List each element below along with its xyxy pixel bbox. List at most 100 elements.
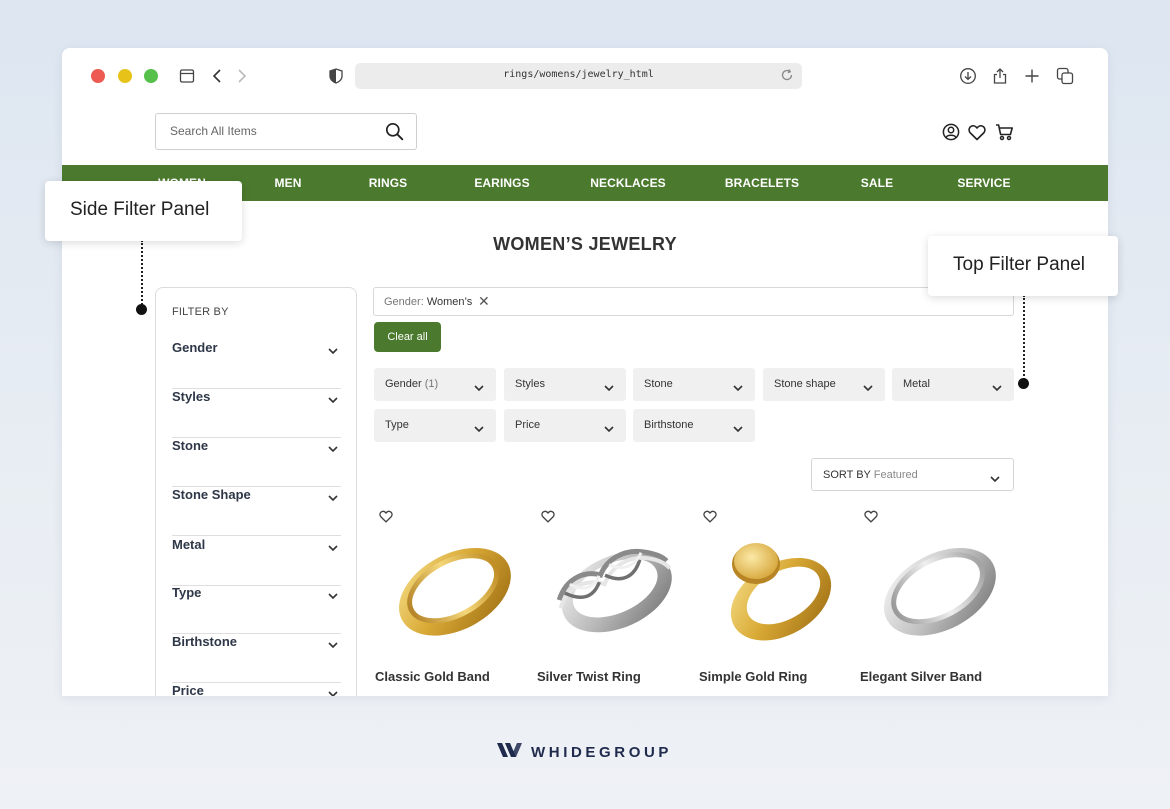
chevron-down-icon bbox=[328, 440, 338, 458]
browser-toolbar: rings/womens/jewelry_html bbox=[62, 48, 1108, 102]
new-tab-icon[interactable] bbox=[1022, 66, 1042, 86]
active-filter-value: Women’s bbox=[426, 296, 473, 308]
chevron-down-icon bbox=[328, 685, 338, 696]
side-callout-leader-dot bbox=[136, 304, 147, 315]
chip-label: Type bbox=[385, 419, 409, 431]
address-bar[interactable]: rings/womens/jewelry_html bbox=[355, 63, 802, 89]
top-callout-leader-dot bbox=[1018, 378, 1029, 389]
chip-count: (1) bbox=[424, 378, 439, 390]
side-filter-price[interactable]: Price bbox=[172, 683, 341, 696]
back-icon[interactable] bbox=[207, 66, 227, 86]
sort-dropdown[interactable]: SORT BY Featured bbox=[811, 458, 1014, 491]
forward-icon[interactable] bbox=[232, 66, 252, 86]
download-icon[interactable] bbox=[958, 66, 978, 86]
side-filter-stone-shape[interactable]: Stone Shape bbox=[172, 487, 341, 536]
side-filter-label: Type bbox=[172, 585, 202, 600]
favorite-heart-icon[interactable] bbox=[864, 510, 878, 528]
side-filter-gender[interactable]: Gender bbox=[172, 340, 341, 389]
product-card[interactable]: Silver Twist Ring bbox=[536, 510, 691, 690]
share-icon[interactable] bbox=[990, 66, 1010, 86]
side-filter-styles[interactable]: Styles bbox=[172, 389, 341, 438]
top-callout-leader-line bbox=[1023, 295, 1025, 383]
chevron-down-icon bbox=[992, 379, 1002, 397]
chip-type[interactable]: Type bbox=[374, 409, 496, 442]
chip-label: Metal bbox=[903, 378, 930, 390]
minimize-window-button[interactable] bbox=[118, 69, 132, 83]
maximize-window-button[interactable] bbox=[144, 69, 158, 83]
chip-price[interactable]: Price bbox=[504, 409, 626, 442]
side-filter-stone[interactable]: Stone bbox=[172, 438, 341, 487]
chevron-down-icon bbox=[990, 470, 1000, 488]
chevron-down-icon bbox=[328, 636, 338, 654]
chevron-down-icon bbox=[733, 379, 743, 397]
chevron-down-icon bbox=[328, 342, 338, 360]
chip-stone-shape[interactable]: Stone shape bbox=[763, 368, 885, 401]
wishlist-heart-icon[interactable] bbox=[967, 122, 987, 142]
search-input[interactable] bbox=[170, 124, 370, 138]
chevron-down-icon bbox=[328, 391, 338, 409]
url-text: rings/womens/jewelry_html bbox=[503, 69, 654, 80]
tabs-overview-icon[interactable] bbox=[1055, 66, 1075, 86]
chip-gender[interactable]: Gender (1) bbox=[374, 368, 496, 401]
side-filter-label: Price bbox=[172, 683, 204, 696]
product-name[interactable]: Classic Gold Band bbox=[375, 669, 490, 684]
silver-twist-ring-image[interactable] bbox=[546, 528, 686, 648]
side-filter-panel: FILTER BY Gender Styles Stone Stone Shap… bbox=[155, 287, 357, 696]
chip-birthstone[interactable]: Birthstone bbox=[633, 409, 755, 442]
filter-by-heading: FILTER BY bbox=[172, 306, 229, 318]
product-name[interactable]: Elegant Silver Band bbox=[860, 669, 982, 684]
product-card[interactable]: Elegant Silver Band bbox=[859, 510, 1014, 690]
account-icon[interactable] bbox=[941, 122, 961, 142]
side-filter-label: Birthstone bbox=[172, 634, 237, 649]
product-card[interactable]: Classic Gold Band bbox=[374, 510, 529, 690]
gold-band-ring-image[interactable] bbox=[384, 528, 524, 648]
side-filter-type[interactable]: Type bbox=[172, 585, 341, 634]
favorite-heart-icon[interactable] bbox=[379, 510, 393, 528]
side-filter-label: Gender bbox=[172, 340, 218, 355]
sidebar-icon[interactable] bbox=[177, 66, 197, 86]
clear-all-button[interactable]: Clear all bbox=[374, 322, 441, 352]
sort-value: Featured bbox=[873, 469, 918, 481]
favorite-heart-icon[interactable] bbox=[703, 510, 717, 528]
cart-icon[interactable] bbox=[994, 122, 1014, 142]
chip-label-text: Gender bbox=[385, 378, 422, 390]
shield-icon[interactable] bbox=[326, 66, 346, 86]
brand-name: WHIDEGROUP bbox=[531, 743, 672, 761]
chip-label: Gender (1) bbox=[385, 378, 438, 390]
search-box[interactable] bbox=[155, 113, 417, 150]
silver-band-ring-image[interactable] bbox=[869, 528, 1009, 648]
nav-item-earings[interactable]: EARINGS bbox=[474, 165, 529, 201]
reload-icon[interactable] bbox=[780, 68, 794, 87]
side-filter-label: Metal bbox=[172, 537, 206, 552]
gold-signet-ring-image[interactable] bbox=[708, 528, 848, 648]
chip-styles[interactable]: Styles bbox=[504, 368, 626, 401]
side-filter-metal[interactable]: Metal bbox=[172, 537, 341, 586]
active-filters-bar: Gender: Women’s ✕ bbox=[373, 287, 1014, 316]
product-name[interactable]: Silver Twist Ring bbox=[537, 669, 641, 684]
side-filter-label: Styles bbox=[172, 389, 211, 404]
nav-item-rings[interactable]: RINGS bbox=[369, 165, 408, 201]
favorite-heart-icon[interactable] bbox=[541, 510, 555, 528]
chevron-down-icon bbox=[474, 420, 484, 438]
close-window-button[interactable] bbox=[91, 69, 105, 83]
chip-stone[interactable]: Stone bbox=[633, 368, 755, 401]
sort-label: SORT BY Featured bbox=[823, 469, 918, 481]
nav-item-sale[interactable]: SALE bbox=[861, 165, 893, 201]
product-name[interactable]: Simple Gold Ring bbox=[699, 669, 807, 684]
search-icon[interactable] bbox=[385, 122, 404, 146]
brand-logo: WHIDEGROUP bbox=[497, 742, 672, 762]
product-card[interactable]: Simple Gold Ring bbox=[698, 510, 853, 690]
nav-item-necklaces[interactable]: NECKLACES bbox=[590, 165, 666, 201]
chevron-down-icon bbox=[733, 420, 743, 438]
side-filter-label: Stone Shape bbox=[172, 487, 251, 502]
browser-window: rings/womens/jewelry_html WOM bbox=[62, 48, 1108, 696]
nav-item-men[interactable]: MEN bbox=[275, 165, 302, 201]
chevron-down-icon bbox=[863, 379, 873, 397]
nav-item-service[interactable]: SERVICE bbox=[957, 165, 1010, 201]
side-filter-birthstone[interactable]: Birthstone bbox=[172, 634, 341, 683]
side-filter-label: Stone bbox=[172, 438, 209, 453]
side-filter-panel-callout: Side Filter Panel bbox=[45, 181, 242, 241]
remove-filter-icon[interactable]: ✕ bbox=[478, 294, 490, 308]
nav-item-bracelets[interactable]: BRACELETS bbox=[725, 165, 799, 201]
chip-metal[interactable]: Metal bbox=[892, 368, 1014, 401]
